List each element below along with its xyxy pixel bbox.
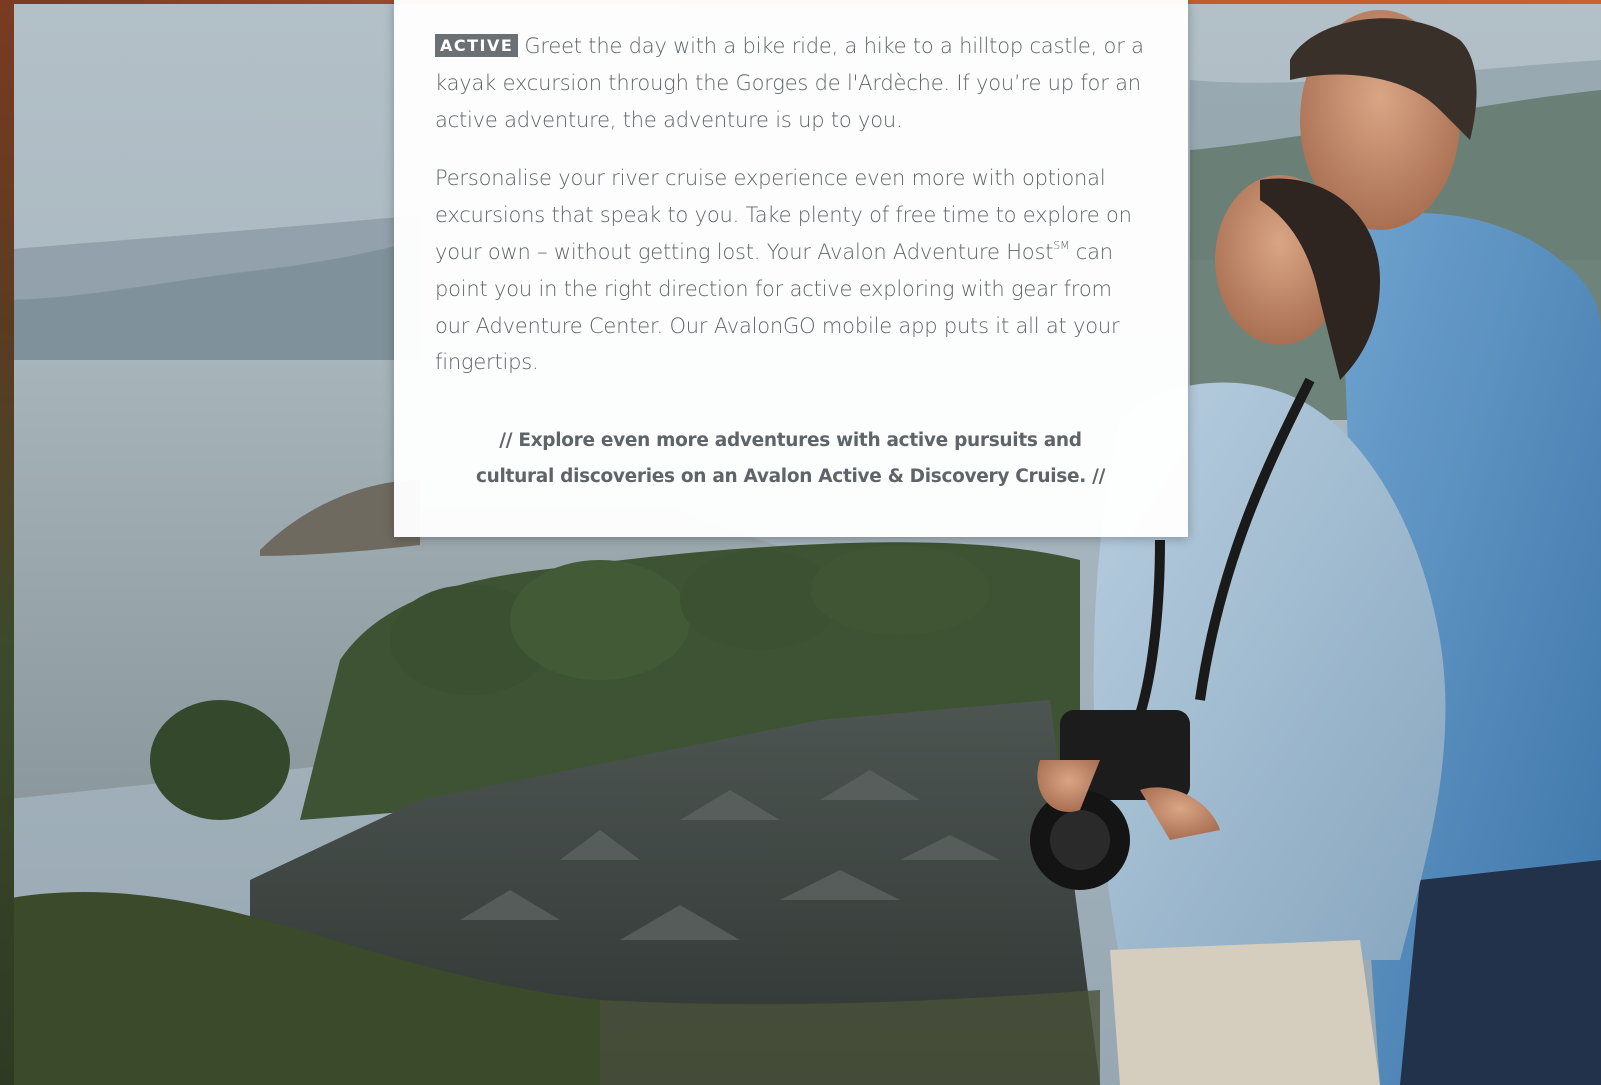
brochure-page: ACTIVE Greet the day with a bike ride, a … — [0, 0, 1601, 1085]
callout-text: // Explore even more adventures with act… — [475, 430, 1106, 488]
active-paragraph: ACTIVE Greet the day with a bike ride, a … — [435, 28, 1148, 138]
left-edge-strip — [0, 0, 14, 1085]
personalise-text-part1: Personalise your river cruise experience… — [435, 166, 1132, 264]
active-paragraph-text: Greet the day with a bike ride, a hike t… — [435, 34, 1144, 132]
active-tag: ACTIVE — [435, 34, 519, 57]
service-mark: SM — [1053, 238, 1070, 252]
personalise-paragraph: Personalise your river cruise experience… — [435, 160, 1148, 381]
text-card: ACTIVE Greet the day with a bike ride, a … — [394, 0, 1188, 537]
